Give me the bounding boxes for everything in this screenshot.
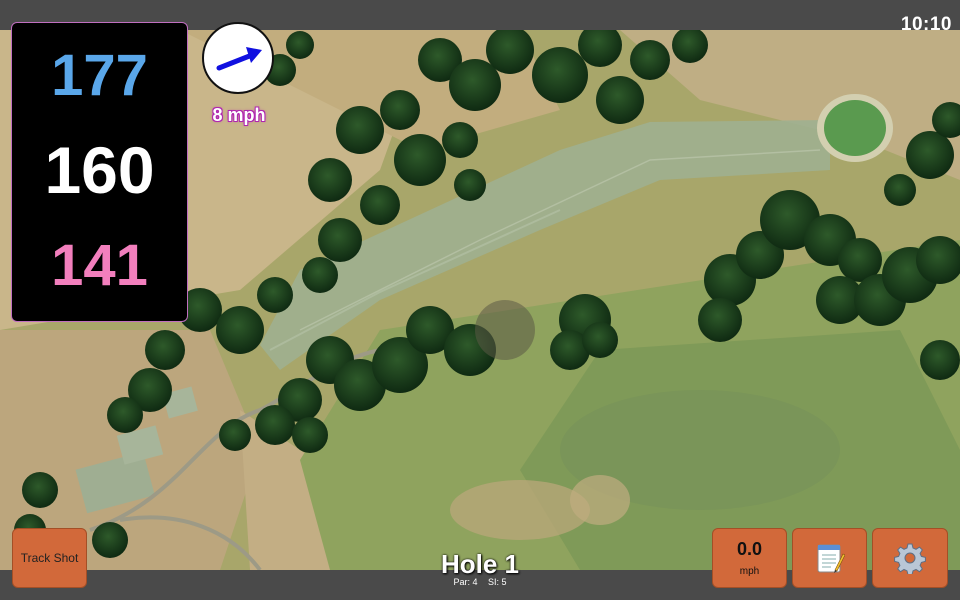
settings-button[interactable] — [872, 528, 948, 588]
distance-panel: 177 160 141 — [11, 22, 188, 322]
arrow-east-northeast-icon — [216, 47, 262, 71]
wind-speed: 8 mph — [212, 105, 266, 125]
track-shot-label: Track Shot — [20, 551, 79, 565]
speed-button[interactable]: 0.0 mph — [712, 528, 787, 588]
notepad-icon — [817, 544, 845, 573]
wind-direction-dial — [202, 22, 274, 94]
track-shot-button[interactable]: Track Shot — [12, 528, 87, 588]
hole-title: Hole 1 — [440, 549, 520, 579]
hole-info: Par: 4 SI: 5 — [400, 577, 560, 587]
gear-icon — [894, 543, 926, 574]
hole-par: Par: 4 — [453, 577, 478, 587]
distance-middle: 160 — [44, 133, 155, 207]
distance-front: 141 — [51, 233, 148, 298]
clock: 10:10 — [900, 14, 952, 35]
speed-value: 0.0 — [736, 539, 763, 559]
speed-unit: mph — [739, 566, 760, 577]
notes-button[interactable] — [792, 528, 867, 588]
hole-stroke-index: SI: 5 — [488, 577, 507, 587]
distance-back: 177 — [51, 43, 148, 108]
